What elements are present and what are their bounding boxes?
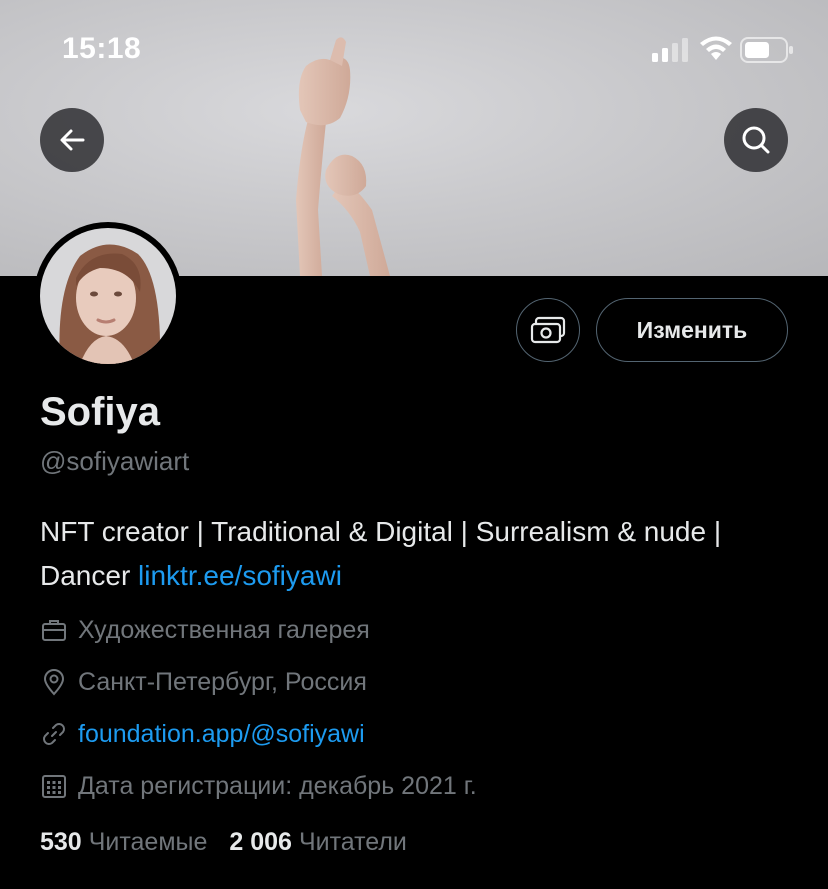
profile-name: Sofiya (40, 390, 161, 434)
following-count: 530 (40, 828, 82, 856)
status-time: 15:18 (62, 32, 142, 65)
back-button[interactable] (40, 108, 104, 172)
arrow-left-icon (60, 129, 85, 151)
location-text: Санкт-Петербург, Россия (78, 667, 367, 696)
following-link[interactable]: 530 Читаемые (40, 828, 207, 857)
wifi-icon (700, 36, 732, 60)
location-pin-icon (43, 669, 65, 696)
money-icon (530, 316, 566, 344)
status-bar: 15:18 (0, 0, 828, 100)
profile-bio: NFT creator | Traditional & Digital | Su… (40, 510, 800, 598)
avatar[interactable] (34, 222, 182, 370)
joined-text: Дата регистрации: декабрь 2021 г. (78, 771, 477, 800)
followers-link[interactable]: 2 006 Читатели (229, 828, 407, 857)
profile-category: Художественная галерея (40, 612, 370, 648)
briefcase-icon (42, 620, 66, 641)
profile-location: Санкт-Петербург, Россия (40, 664, 367, 700)
following-label: Читаемые (88, 828, 208, 856)
followers-count: 2 006 (229, 828, 292, 856)
follow-stats: 530 Читаемые 2 006 Читатели (40, 828, 407, 857)
search-button[interactable] (724, 108, 788, 172)
calendar-icon (42, 775, 66, 798)
cellular-signal-icon (652, 38, 688, 62)
profile-website[interactable]: foundation.app/@sofiyawi (40, 716, 365, 752)
profile-handle: @sofiyawiart (40, 446, 190, 476)
edit-profile-button[interactable]: Изменить (596, 298, 788, 362)
tip-button[interactable] (516, 298, 580, 362)
battery-icon (740, 37, 793, 63)
profile-joined: Дата регистрации: декабрь 2021 г. (40, 768, 477, 804)
category-text: Художественная галерея (78, 615, 370, 644)
followers-label: Читатели (298, 828, 407, 856)
website-link[interactable]: foundation.app/@sofiyawi (78, 720, 365, 749)
avatar-photo (40, 228, 176, 364)
bio-link[interactable]: linktr.ee/sofiyawi (138, 560, 342, 591)
link-icon (43, 723, 65, 745)
search-icon (742, 126, 770, 154)
